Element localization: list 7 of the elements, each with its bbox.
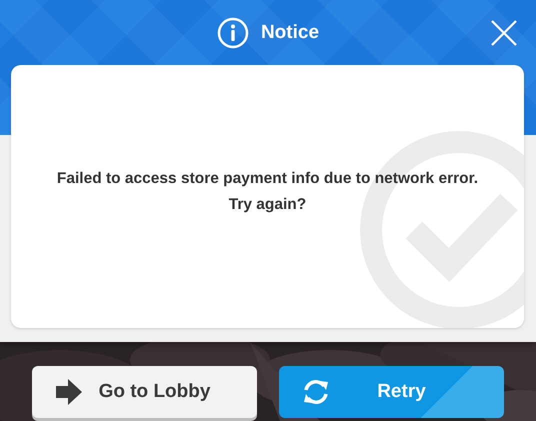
action-button[interactable]: Go to Lobby	[32, 366, 257, 418]
close-button[interactable]	[490, 19, 518, 47]
info-icon	[216, 16, 249, 48]
message-text: Failed to access store payment info due to network error. Try again?	[56, 168, 478, 214]
arrow-icon	[54, 377, 84, 407]
dialog-title: Notice	[260, 22, 320, 44]
refresh-icon	[301, 377, 331, 407]
